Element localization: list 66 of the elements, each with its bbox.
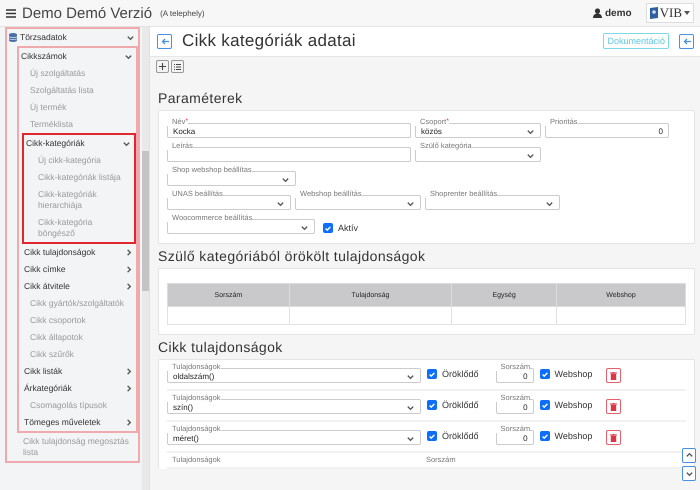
delete-button[interactable]	[606, 399, 622, 414]
caret-icon	[684, 11, 690, 15]
menu-group-item[interactable]: Cikk átvitele	[22, 278, 136, 295]
checkbox[interactable]	[540, 369, 550, 379]
menu-group-item[interactable]: Árkategóriák	[22, 380, 136, 397]
location-label: (A telephely)	[160, 8, 205, 18]
input-field[interactable]: 0	[496, 368, 534, 383]
menu-group-item[interactable]: Törzsadatok	[7, 29, 138, 46]
trash-icon	[610, 402, 618, 410]
menu-group-item[interactable]: Cikk-kategóriák	[24, 135, 134, 152]
menu-group-item[interactable]: Cikk címke	[22, 261, 136, 278]
select-field[interactable]	[167, 219, 315, 234]
checkbox-label: Webshop	[554, 400, 592, 410]
checkbox-label: Aktív	[338, 223, 358, 233]
checkbox[interactable]	[427, 431, 437, 441]
menu-icon[interactable]	[6, 8, 16, 18]
list-icon	[174, 64, 181, 70]
back-button[interactable]	[157, 34, 172, 48]
trash-icon	[610, 372, 618, 380]
menu-group-item[interactable]: Tömeges műveletek	[22, 414, 136, 431]
menu-group-item[interactable]: Cikk tulajdonságok	[22, 244, 136, 261]
chevron-icon	[124, 52, 133, 61]
arrow-left-icon	[682, 38, 690, 44]
logo-menu[interactable]: VIB	[646, 3, 694, 23]
checkbox-label: Öröklődő	[442, 431, 479, 441]
menu-group-item[interactable]: Cikk listák	[22, 363, 136, 380]
input-field[interactable]: 0	[545, 123, 669, 138]
checkbox-label: Öröklődő	[442, 400, 479, 410]
delete-button[interactable]	[606, 430, 622, 445]
checkbox-label: Webshop	[554, 369, 592, 379]
app-title: Demo Demó Verzió	[22, 4, 152, 22]
user-icon	[592, 8, 602, 18]
scrollbar[interactable]	[142, 27, 149, 490]
arrow-left-icon	[160, 38, 168, 44]
checkbox[interactable]	[427, 400, 437, 410]
plus-icon	[159, 63, 166, 70]
select-field[interactable]	[167, 195, 291, 210]
section-heading: Paraméterek	[157, 90, 244, 106]
move-down-button[interactable]	[682, 466, 696, 481]
section-heading: Szülő kategóriából örökölt tulajdonságok	[157, 248, 426, 264]
back-button[interactable]	[679, 34, 694, 48]
input-field[interactable]: Kocka	[167, 123, 411, 138]
delete-button[interactable]	[606, 368, 622, 383]
input-field[interactable]: 0	[496, 399, 534, 414]
list-button[interactable]	[171, 60, 184, 73]
checkbox-label: Webshop	[554, 431, 592, 441]
trash-icon	[610, 434, 618, 442]
page-title: Cikk kategóriák adatai	[182, 31, 357, 51]
scrollbar-thumb[interactable]	[142, 151, 149, 291]
section-heading: Cikk tulajdonságok	[157, 339, 284, 355]
checkbox[interactable]	[540, 431, 550, 441]
checkbox[interactable]	[323, 223, 333, 233]
chevron-icon	[122, 139, 131, 148]
chevron-icon	[126, 33, 135, 42]
move-up-button[interactable]	[682, 448, 696, 463]
input-field[interactable]: 0	[496, 430, 534, 445]
chevron-icon	[124, 418, 133, 427]
input-field[interactable]	[167, 147, 411, 162]
checkbox[interactable]	[540, 400, 550, 410]
book-icon	[650, 7, 658, 19]
add-button[interactable]	[156, 60, 169, 73]
database-icon	[9, 33, 17, 42]
menu-group-item[interactable]: Cikkszámok	[19, 48, 136, 65]
checkbox-label: Öröklődő	[442, 369, 479, 379]
user-name[interactable]: demo	[604, 8, 632, 18]
checkbox[interactable]	[427, 369, 437, 379]
